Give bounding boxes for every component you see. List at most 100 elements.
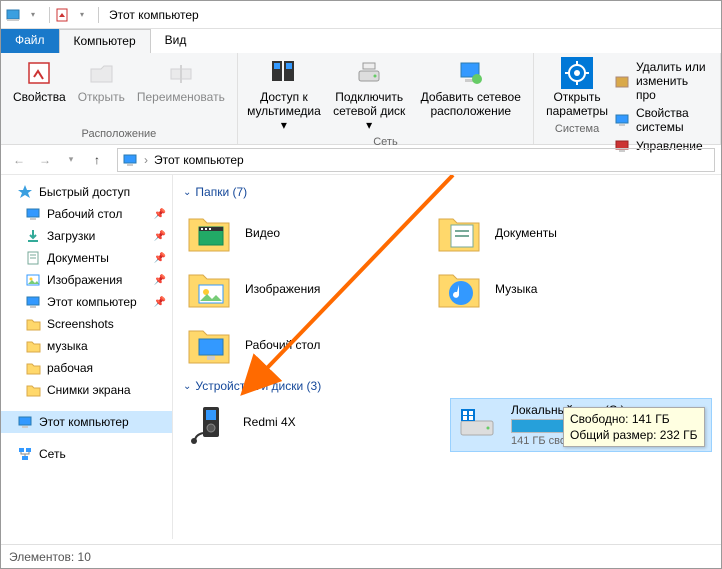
main-pane: ⌄ Папки (7) ВидеоДокументыИзображенияМуз… — [173, 175, 721, 539]
media-access-button[interactable]: Доступ к мультимедиа▾ — [246, 55, 322, 134]
open-icon — [85, 57, 117, 89]
folder-item[interactable]: Музыка — [433, 261, 683, 317]
ribbon: Свойства Открыть Переименовать Расположе… — [1, 53, 721, 145]
properties-icon — [23, 57, 55, 89]
drive-icon — [455, 403, 499, 447]
sidebar-item[interactable]: Изображения📌 — [1, 269, 172, 291]
statusbar: Элементов: 10 — [1, 544, 721, 568]
media-icon — [268, 57, 300, 89]
pc-icon — [17, 414, 33, 430]
separator — [49, 7, 50, 23]
pin-icon: 📌 — [154, 231, 166, 242]
drive-tooltip: Свободно: 141 ГБ Общий размер: 232 ГБ — [563, 407, 705, 447]
recent-dropdown[interactable]: ▾ — [59, 148, 83, 172]
folder-icon — [25, 316, 41, 332]
folder-item[interactable]: Видео — [183, 205, 433, 261]
music-folder-icon — [435, 265, 483, 313]
folder-item[interactable]: Рабочий стол — [183, 317, 433, 373]
tab-file[interactable]: Файл — [1, 29, 59, 53]
pictures-folder-icon — [185, 265, 233, 313]
rename-button[interactable]: Переименовать — [133, 55, 229, 126]
video-folder-icon — [185, 209, 233, 257]
forward-button[interactable]: → — [33, 148, 57, 172]
addnet-icon — [455, 57, 487, 89]
address-bar[interactable]: › Этот компьютер — [117, 148, 715, 172]
group-label: Расположение — [82, 126, 157, 144]
pin-icon: 📌 — [154, 253, 166, 264]
chevron-down-icon: ⌄ — [183, 187, 191, 198]
navbar: ← → ▾ ↑ › Этот компьютер — [1, 145, 721, 175]
window-icon — [5, 7, 21, 23]
chevron-down-icon: ⌄ — [183, 381, 191, 392]
netdrive-icon — [353, 57, 385, 89]
pc-icon — [122, 152, 138, 168]
sidebar-item[interactable]: Документы📌 — [1, 247, 172, 269]
desktop-icon — [25, 206, 41, 222]
sidebar-network[interactable]: Сеть — [1, 443, 172, 465]
sidebar-item[interactable]: Screenshots — [1, 313, 172, 335]
ribbon-group-system: Открыть параметры Система Удалить или из… — [534, 53, 721, 144]
folder-item[interactable]: Изображения — [183, 261, 433, 317]
breadcrumb-sep: › — [144, 153, 148, 167]
ribbon-group-location: Свойства Открыть Переименовать Расположе… — [1, 53, 238, 144]
up-button[interactable]: ↑ — [85, 148, 109, 172]
window-title: Этот компьютер — [109, 8, 199, 22]
drives-header[interactable]: ⌄ Устройства и диски (3) — [183, 379, 717, 393]
breadcrumb-root[interactable]: Этот компьютер — [154, 153, 244, 167]
map-drive-button[interactable]: Подключить сетевой диск▾ — [326, 55, 412, 134]
desktop-folder-icon — [185, 321, 233, 369]
sidebar-item[interactable]: Этот компьютер📌 — [1, 291, 172, 313]
pin-icon: 📌 — [154, 297, 166, 308]
titlebar: ▾ ▾ Этот компьютер — [1, 1, 721, 29]
open-settings-button[interactable]: Открыть параметры — [542, 55, 612, 121]
sidebar-quick-access[interactable]: Быстрый доступ — [1, 181, 172, 203]
device-label: Redmi 4X — [243, 403, 439, 429]
open-button[interactable]: Открыть — [74, 55, 129, 126]
documents-folder-icon — [435, 209, 483, 257]
qat-dropdown2-icon[interactable]: ▾ — [74, 7, 90, 23]
sidebar: Быстрый доступ Рабочий стол📌Загрузки📌Док… — [1, 175, 173, 539]
ribbon-group-network: Доступ к мультимедиа▾ Подключить сетевой… — [238, 53, 534, 144]
add-network-button[interactable]: Добавить сетевое расположение — [416, 55, 525, 134]
box-icon — [614, 73, 630, 89]
separator — [98, 7, 99, 23]
content: Быстрый доступ Рабочий стол📌Загрузки📌Док… — [1, 175, 721, 539]
pictures-icon — [25, 272, 41, 288]
tab-computer[interactable]: Компьютер — [59, 29, 151, 53]
sidebar-item[interactable]: Загрузки📌 — [1, 225, 172, 247]
device-redmi[interactable]: Redmi 4X — [183, 399, 443, 451]
sidebar-item[interactable]: рабочая — [1, 357, 172, 379]
sidebar-this-pc[interactable]: Этот компьютер — [1, 411, 172, 433]
media-player-icon — [187, 403, 231, 447]
pin-icon: 📌 — [154, 209, 166, 220]
sidebar-item[interactable]: Рабочий стол📌 — [1, 203, 172, 225]
folder-icon — [25, 360, 41, 376]
group-label: Система — [542, 121, 612, 139]
folders-header[interactable]: ⌄ Папки (7) — [183, 185, 717, 199]
network-icon — [17, 446, 33, 462]
back-button[interactable]: ← — [7, 148, 31, 172]
folder-item[interactable]: Документы — [433, 205, 683, 261]
uninstall-button[interactable]: Удалить или изменить про — [612, 59, 712, 103]
qat-properties-icon[interactable] — [54, 7, 70, 23]
system-list: Удалить или изменить про Свойства систем… — [612, 55, 712, 144]
pin-icon: 📌 — [154, 275, 166, 286]
tab-view[interactable]: Вид — [151, 29, 201, 53]
qat-dropdown-icon[interactable]: ▾ — [25, 7, 41, 23]
monitor-icon — [614, 112, 630, 128]
rename-icon — [165, 57, 197, 89]
settings-icon — [561, 57, 593, 89]
item-count: Элементов: 10 — [9, 550, 91, 564]
properties-button[interactable]: Свойства — [9, 55, 70, 126]
sidebar-item[interactable]: Снимки экрана — [1, 379, 172, 401]
star-icon — [17, 184, 33, 200]
downloads-icon — [25, 228, 41, 244]
sidebar-item[interactable]: музыка — [1, 335, 172, 357]
system-properties-button[interactable]: Свойства системы — [612, 105, 712, 135]
documents-icon — [25, 250, 41, 266]
folder-icon — [25, 382, 41, 398]
folder-icon — [25, 338, 41, 354]
folders-grid: ВидеоДокументыИзображенияМузыкаРабочий с… — [183, 205, 717, 373]
ribbon-tabs: Файл Компьютер Вид — [1, 29, 721, 53]
pc-icon — [25, 294, 41, 310]
